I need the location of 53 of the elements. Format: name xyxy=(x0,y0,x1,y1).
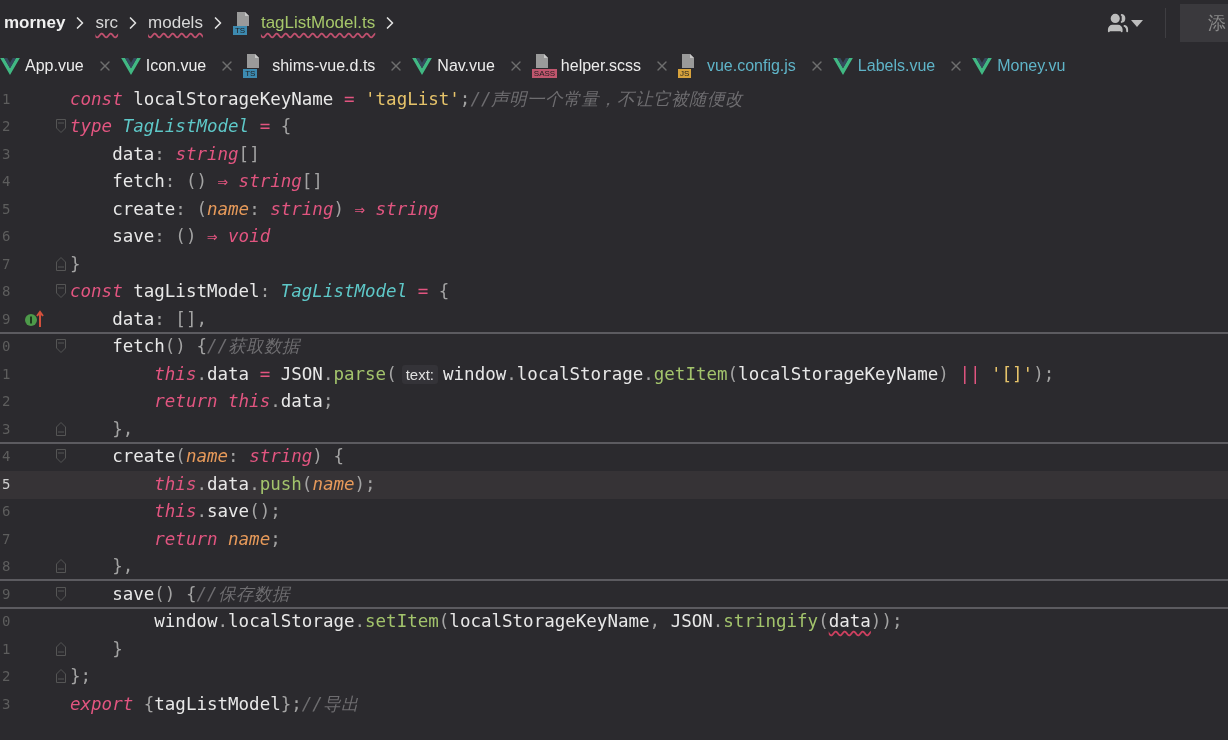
code-line: }; xyxy=(70,666,92,687)
code-line: }, xyxy=(111,556,134,577)
line-number: 5 xyxy=(1,475,12,492)
editor-tab[interactable]: JS vue.config.js xyxy=(677,54,825,78)
code-line: save() {//保存数据 xyxy=(111,582,290,606)
code-line: this.data = JSON.parse( text: window.localStorage.getItem(localStorageKeyName) || '[]'); xyxy=(153,363,1055,384)
editor-tab[interactable]: App.vue xyxy=(0,57,113,75)
code-line: create(name: string) { xyxy=(111,446,344,467)
code-line: const localStorageKeyName = 'tagList';//声明一个常量，不让它被随便改 xyxy=(70,87,744,111)
fold-marker-icon[interactable] xyxy=(56,284,66,299)
editor-tab[interactable]: Money.vu xyxy=(972,57,1066,75)
implements-icon[interactable] xyxy=(24,309,46,328)
code-line: create: (name: string) ⇒ string xyxy=(111,198,439,219)
breadcrumb-item[interactable]: morney xyxy=(4,13,66,33)
code-line: const tagListModel: TagListModel = { xyxy=(70,281,450,302)
code-line: this.save(); xyxy=(153,501,281,522)
code-line: type TagListModel = { xyxy=(70,116,292,137)
code-line: data: string[] xyxy=(111,143,260,164)
code-line: window.localStorage.setItem(localStorageKeyName, JSON.stringify(data)); xyxy=(153,611,903,632)
code-line: return this.data; xyxy=(153,391,334,412)
editor-tab[interactable]: Icon.vue xyxy=(120,57,236,75)
breadcrumb-item[interactable]: TS tagListModel.ts xyxy=(232,11,376,35)
vue-logo-icon xyxy=(972,57,993,75)
vue-logo-icon xyxy=(120,57,141,75)
fold-marker-icon[interactable] xyxy=(56,669,66,684)
code-line: fetch() {//获取数据 xyxy=(111,335,301,359)
code-line: export {tagListModel};//导出 xyxy=(70,692,359,716)
code-line: save: () ⇒ void xyxy=(111,226,271,247)
vue-logo-icon xyxy=(832,57,853,75)
fold-marker-icon[interactable] xyxy=(56,559,66,574)
user-menu-button[interactable] xyxy=(1107,12,1143,34)
fold-marker-icon[interactable] xyxy=(56,449,66,464)
fold-marker-icon[interactable] xyxy=(56,641,66,656)
code-line: this.data.push(name); xyxy=(153,473,376,494)
fold-marker-icon[interactable] xyxy=(56,339,66,354)
editor-tab[interactable]: TS shims-vue.d.ts xyxy=(243,54,405,78)
code-line: return name; xyxy=(153,528,281,549)
fold-marker-icon[interactable] xyxy=(56,586,66,601)
code-line: }, xyxy=(111,418,134,439)
fold-marker-icon[interactable] xyxy=(56,256,66,271)
breadcrumb-item[interactable]: models xyxy=(148,13,203,33)
code-line: fetch: () ⇒ string[] xyxy=(111,171,323,192)
editor-tab[interactable]: Nav.vue xyxy=(412,57,524,75)
code-line: } xyxy=(70,253,81,274)
fold-marker-icon[interactable] xyxy=(56,119,66,134)
editor-tab[interactable]: SASS helper.scss xyxy=(531,54,670,78)
vue-logo-icon xyxy=(0,57,20,75)
code-line: } xyxy=(111,638,123,659)
code-line: data: [], xyxy=(111,308,207,329)
breadcrumb-item[interactable]: src xyxy=(95,13,119,33)
fold-marker-icon[interactable] xyxy=(56,421,66,436)
editor-tab[interactable]: Labels.vue xyxy=(832,57,965,75)
vue-logo-icon xyxy=(412,57,433,75)
